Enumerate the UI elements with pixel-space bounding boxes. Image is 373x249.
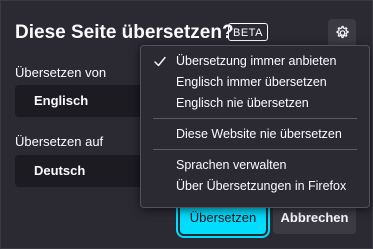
to-label: Übersetzen auf [15,134,104,149]
menu-item-never-translate-english[interactable]: Englisch nie übersetzen [141,93,369,114]
menu-separator [153,149,357,150]
menu-item-about-translations[interactable]: Über Übersetzungen in Firefox [141,176,369,197]
translation-panel: Diese Seite übersetzen? BETA Übersetzen … [0,0,373,249]
menu-item-never-translate-site[interactable]: Diese Website nie übersetzen [141,124,369,145]
menu-item-label: Über Übersetzungen in Firefox [176,179,347,193]
menu-item-label: Sprachen verwalten [176,158,287,172]
menu-item-manage-languages[interactable]: Sprachen verwalten [141,155,369,176]
menu-item-always-translate-english[interactable]: Englisch immer übersetzen [141,72,369,93]
menu-separator [153,118,357,119]
gear-icon [336,25,349,39]
menu-item-label: Englisch nie übersetzen [176,96,309,110]
menu-item-label: Übersetzung immer anbieten [176,54,337,68]
menu-item-always-offer[interactable]: Übersetzung immer anbieten [141,51,369,72]
beta-badge: BETA [228,23,268,41]
from-label: Übersetzen von [15,65,107,80]
menu-item-label: Englisch immer übersetzen [176,75,327,89]
panel-title: Diese Seite übersetzen? [15,22,234,43]
settings-button[interactable] [328,19,356,47]
checkmark-icon [154,56,166,67]
settings-menu: Übersetzung immer anbieten Englisch imme… [140,45,370,208]
menu-item-label: Diese Website nie übersetzen [176,127,342,141]
